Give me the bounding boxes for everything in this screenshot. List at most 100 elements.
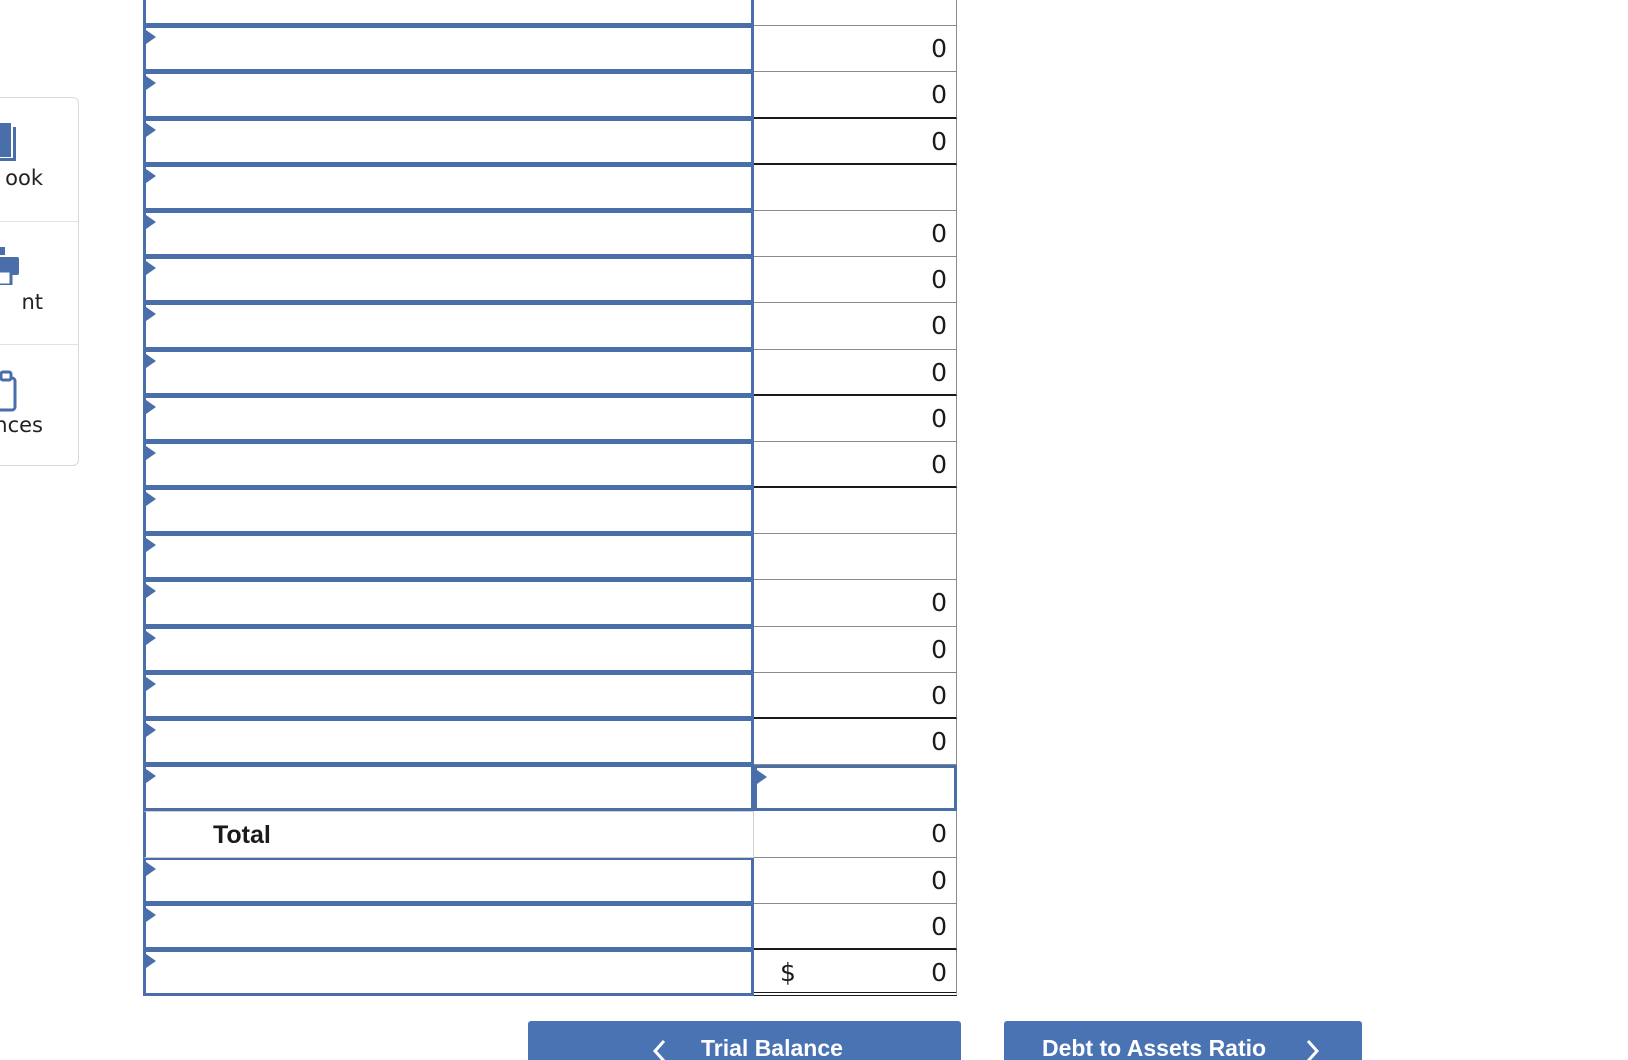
next-button-label: Debt to Assets Ratio xyxy=(1042,1035,1267,1060)
table-row xyxy=(143,765,961,812)
total-label: Total xyxy=(213,821,271,850)
dropdown-indicator-icon xyxy=(146,492,156,507)
table-row: 0 xyxy=(143,349,961,396)
dropdown-indicator-icon xyxy=(146,76,156,91)
table-row: 0 xyxy=(143,626,961,673)
amount-cell: 0 xyxy=(754,719,957,766)
print-icon xyxy=(0,247,19,285)
amount-cell: 0 xyxy=(754,441,957,489)
side-item-print[interactable]: nt xyxy=(0,221,78,344)
account-name-input[interactable] xyxy=(143,719,754,766)
total-amount-cell: 0 xyxy=(754,811,957,858)
table-row: 0 xyxy=(143,857,961,904)
dropdown-indicator-icon xyxy=(146,538,156,553)
account-name-input[interactable] xyxy=(143,580,754,627)
account-name-input[interactable] xyxy=(143,72,754,119)
account-name-input[interactable] xyxy=(143,672,754,719)
side-item-references[interactable]: ences xyxy=(0,344,78,467)
amount-input[interactable] xyxy=(754,765,957,812)
dropdown-indicator-icon xyxy=(146,168,156,183)
amount-cell: 0 xyxy=(754,257,957,304)
account-name-input[interactable] xyxy=(143,534,754,581)
amount-cell: 0 xyxy=(754,26,957,73)
table-row: 0 xyxy=(143,903,961,950)
side-item-label: nt xyxy=(21,290,43,314)
page: ook nt ences 0 xyxy=(0,0,1628,1060)
amount-cell: 0 xyxy=(754,395,957,442)
dropdown-indicator-icon xyxy=(146,399,156,414)
references-icon xyxy=(0,370,17,412)
dropdown-indicator-icon xyxy=(146,630,156,645)
account-name-input[interactable] xyxy=(143,949,754,997)
table-row: 0 xyxy=(143,257,961,304)
amount-cell: 0 xyxy=(754,210,957,258)
table-row: 0 xyxy=(143,118,961,165)
side-item-label: ook xyxy=(5,166,43,190)
amount-cell: 0 xyxy=(754,580,957,627)
prev-button-label: Trial Balance xyxy=(701,1035,843,1060)
dropdown-indicator-icon xyxy=(146,307,156,322)
account-name-input[interactable] xyxy=(143,349,754,396)
account-name-input[interactable] xyxy=(143,118,754,165)
amount-cell: 0 xyxy=(754,118,957,165)
amount-cell: 0 xyxy=(754,672,957,719)
account-name-input[interactable] xyxy=(143,857,754,904)
next-debt-to-assets-ratio-button[interactable]: Debt to Assets Ratio xyxy=(1004,1021,1362,1060)
chevron-right-icon xyxy=(1306,1039,1320,1060)
table-row: 0 xyxy=(143,210,961,258)
table-row: $ 0 xyxy=(143,949,961,997)
table-row: 0 xyxy=(143,72,961,119)
side-toolbar: ook nt ences xyxy=(0,97,79,466)
amount-cell: 0 xyxy=(754,857,957,904)
side-item-label: ences xyxy=(0,413,43,437)
account-name-input[interactable] xyxy=(143,441,754,489)
grand-total-value: 0 xyxy=(931,957,947,987)
chevron-left-icon xyxy=(652,1039,666,1060)
prev-trial-balance-button[interactable]: Trial Balance xyxy=(528,1021,961,1060)
amount-cell: 0 xyxy=(754,72,957,119)
account-name-input[interactable] xyxy=(143,395,754,442)
account-name-input[interactable] xyxy=(143,210,754,258)
book-icon xyxy=(0,123,16,161)
table-row: 0 xyxy=(143,580,961,627)
account-name-input[interactable] xyxy=(143,26,754,73)
account-name-input[interactable] xyxy=(143,164,754,211)
account-name-input[interactable] xyxy=(143,765,754,812)
dropdown-indicator-icon xyxy=(146,676,156,691)
account-name-input[interactable] xyxy=(143,303,754,350)
table-row xyxy=(143,488,961,535)
dropdown-indicator-icon xyxy=(146,861,156,876)
currency-symbol: $ xyxy=(780,957,796,987)
table-row: 0 xyxy=(143,395,961,442)
account-name-input[interactable] xyxy=(143,626,754,673)
dropdown-indicator-icon xyxy=(146,122,156,137)
table-row: 0 xyxy=(143,672,961,719)
account-name-input[interactable] xyxy=(143,903,754,950)
table-row: 0 xyxy=(143,26,961,73)
dropdown-indicator-icon xyxy=(146,907,156,922)
account-name-input[interactable] xyxy=(143,257,754,304)
account-name-input[interactable] xyxy=(143,0,754,27)
balance-sheet-worksheet: 0 0 0 0 0 0 0 0 0 0 0 0 0 Total 0 0 0 $ … xyxy=(143,0,961,997)
dropdown-indicator-icon xyxy=(146,723,156,737)
dropdown-indicator-icon xyxy=(146,769,156,784)
account-name-input[interactable] xyxy=(143,488,754,535)
dropdown-indicator-icon xyxy=(146,30,156,45)
amount-cell: 0 xyxy=(754,303,957,350)
table-row: 0 xyxy=(143,441,961,489)
table-row xyxy=(143,534,961,581)
table-row xyxy=(143,0,961,27)
amount-cell xyxy=(754,488,957,535)
dropdown-indicator-icon xyxy=(146,353,156,368)
amount-cell: 0 xyxy=(754,626,957,673)
table-row: 0 xyxy=(143,719,961,766)
total-row: Total 0 xyxy=(143,811,961,858)
side-item-ebook[interactable]: ook xyxy=(0,98,78,221)
amount-cell xyxy=(754,534,957,581)
table-row: 0 xyxy=(143,303,961,350)
dropdown-indicator-icon xyxy=(146,445,156,460)
amount-cell xyxy=(754,164,957,211)
dropdown-indicator-icon xyxy=(146,261,156,276)
dropdown-indicator-icon xyxy=(757,770,767,785)
table-row xyxy=(143,164,961,211)
